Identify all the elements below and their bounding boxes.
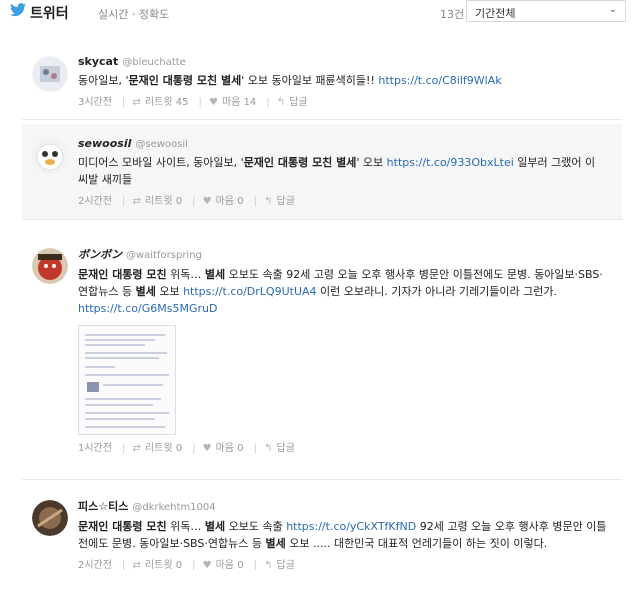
tweet-item[interactable]: ボンボン @waitforspring 문재인 대통령 모친 위독… 별세 오보도… [22, 234, 622, 480]
highlight-text: 문재인 대통령 모친 별세 [128, 74, 242, 87]
reply-button[interactable]: 답글 [277, 560, 295, 571]
like-button[interactable]: 마음 0 [216, 560, 244, 571]
retweet-icon[interactable]: ⇄ [133, 560, 141, 571]
tweet-meta: 1시간전 | ⇄ 리트윗 0 | ♥ 마음 0 | ↰ 답글 [78, 443, 295, 454]
tweet-text: 미디어스 모바일 사이트, 동아일보, '문재인 대통령 모친 별세' 오보 h… [78, 154, 608, 188]
tweet-item[interactable]: sewoosil @sewoosil 미디어스 모바일 사이트, 동아일보, '문… [22, 124, 622, 220]
period-select-value: 기간전체 [475, 7, 516, 20]
author-handle[interactable]: @bleuchatte [122, 57, 186, 68]
period-select[interactable]: 기간전체 ⌄ [466, 0, 626, 22]
text-segment: ' 오보 동아일보 패륜색히들!! [241, 74, 379, 87]
avatar[interactable] [32, 56, 68, 92]
text-segment: 미디어스 모바일 사이트, 동아일보, ' [78, 156, 244, 169]
tweet-meta: 3시간전 | ⇄ 리트윗 45 | ♥ 마음 14 | ↰ 답글 [78, 97, 308, 108]
text-segment: 오보 ..... 대한민국 대표적 언레기들이 하는 짓이 이렇다. [285, 537, 548, 550]
reply-icon[interactable]: ↰ [264, 560, 272, 571]
retweet-button[interactable]: 리트윗 0 [145, 560, 182, 571]
author-name[interactable]: sewoosil [78, 137, 131, 150]
tweet-link[interactable]: https://t.co/C8ilf9WlAk [378, 74, 501, 87]
chevron-down-icon: ⌄ [608, 4, 617, 15]
result-count: 13건 [440, 8, 465, 21]
tweet-link[interactable]: https://t.co/yCkXTfKfND [286, 520, 416, 533]
author-name[interactable]: skycat [78, 55, 118, 68]
reply-icon[interactable]: ↰ [264, 196, 272, 207]
retweet-icon[interactable]: ⇄ [133, 443, 141, 454]
text-segment: 위독… [166, 520, 205, 533]
like-button[interactable]: 마음 0 [216, 196, 244, 207]
heart-icon[interactable]: ♥ [209, 97, 218, 108]
tweet-item[interactable]: skycat @bleuchatte 동아일보, '문재인 대통령 모친 별세' … [22, 42, 622, 120]
heart-icon[interactable]: ♥ [203, 560, 212, 571]
tweet-link[interactable]: https://t.co/DrLQ9UtUA4 [183, 285, 316, 298]
tweet-link[interactable]: https://t.co/933ObxLtei [387, 156, 514, 169]
reply-icon[interactable]: ↰ [277, 97, 285, 108]
retweet-icon[interactable]: ⇄ [133, 196, 141, 207]
like-button[interactable]: 마음 14 [222, 97, 256, 108]
author-handle[interactable]: @dkrkehtm1004 [132, 502, 215, 513]
timestamp[interactable]: 2시간전 [78, 196, 112, 207]
reply-button[interactable]: 답글 [277, 443, 295, 454]
timestamp[interactable]: 2시간전 [78, 560, 112, 571]
text-segment: ' 오보 [356, 156, 387, 169]
sort-tabs[interactable]: 실시간 · 정확도 [98, 6, 169, 22]
retweet-button[interactable]: 리트윗 0 [145, 443, 182, 454]
reply-button[interactable]: 답글 [289, 97, 307, 108]
avatar[interactable] [32, 248, 68, 284]
highlight-text: 별세 [135, 285, 156, 298]
tweet-link[interactable]: https://t.co/G6Ms5MGruD [78, 302, 217, 315]
timestamp[interactable]: 3시간전 [78, 97, 112, 108]
text-segment: 오보 [155, 285, 184, 298]
highlight-text: 문재인 대통령 모친 [78, 268, 167, 281]
text-segment: 오보도 속출 [225, 520, 287, 533]
heart-icon[interactable]: ♥ [203, 443, 212, 454]
author-handle[interactable]: @waitforspring [126, 250, 202, 261]
tweet-item[interactable]: 피스☆티스 @dkrkehtm1004 문재인 대통령 모친 위독… 별세 오보도… [22, 486, 622, 608]
text-segment: 이런 오보라니. 기자가 아니라 기레기들이라 그런가. [316, 285, 558, 298]
reply-icon[interactable]: ↰ [264, 443, 272, 454]
tweet-text: 동아일보, '문재인 대통령 모친 별세' 오보 동아일보 패륜색히들!! ht… [78, 72, 608, 89]
tweet-text: 문재인 대통령 모친 위독… 별세 오보도 속출 92세 고령 오늘 오후 행사… [78, 266, 608, 317]
text-segment: 동아일보, ' [78, 74, 129, 87]
timestamp[interactable]: 1시간전 [78, 443, 112, 454]
author-handle[interactable]: @sewoosil [135, 139, 188, 150]
highlight-text: 별세 [204, 520, 226, 533]
heart-icon[interactable]: ♥ [203, 196, 212, 207]
tweet-meta: 2시간전 | ⇄ 리트윗 0 | ♥ 마음 0 | ↰ 답글 [78, 196, 295, 207]
retweet-button[interactable]: 리트윗 45 [145, 97, 189, 108]
highlight-text: 문재인 대통령 모친 별세 [243, 156, 357, 169]
like-button[interactable]: 마음 0 [216, 443, 244, 454]
retweet-icon[interactable]: ⇄ [133, 97, 141, 108]
search-header: 트위터 실시간 · 정확도 13건 기간전체 ⌄ [0, 0, 640, 26]
avatar[interactable] [32, 138, 68, 174]
brand-title: 트위터 [30, 6, 69, 22]
author-name[interactable]: ボンボン [78, 248, 122, 261]
highlight-text: 별세 [265, 537, 286, 550]
highlight-text: 별세 [204, 268, 226, 281]
attached-image-thumbnail[interactable] [78, 325, 176, 435]
author-name[interactable]: 피스☆티스 [78, 500, 128, 513]
reply-button[interactable]: 답글 [277, 196, 295, 207]
retweet-button[interactable]: 리트윗 0 [145, 196, 182, 207]
text-segment: 위독… [166, 268, 205, 281]
avatar[interactable] [32, 500, 68, 536]
twitter-bird-icon [10, 3, 26, 17]
tweet-text: 문재인 대통령 모친 위독… 별세 오보도 속출 https://t.co/yC… [78, 518, 608, 552]
tweet-meta: 2시간전 | ⇄ 리트윗 0 | ♥ 마음 0 | ↰ 답글 [78, 560, 295, 571]
highlight-text: 문재인 대통령 모친 [78, 520, 167, 533]
